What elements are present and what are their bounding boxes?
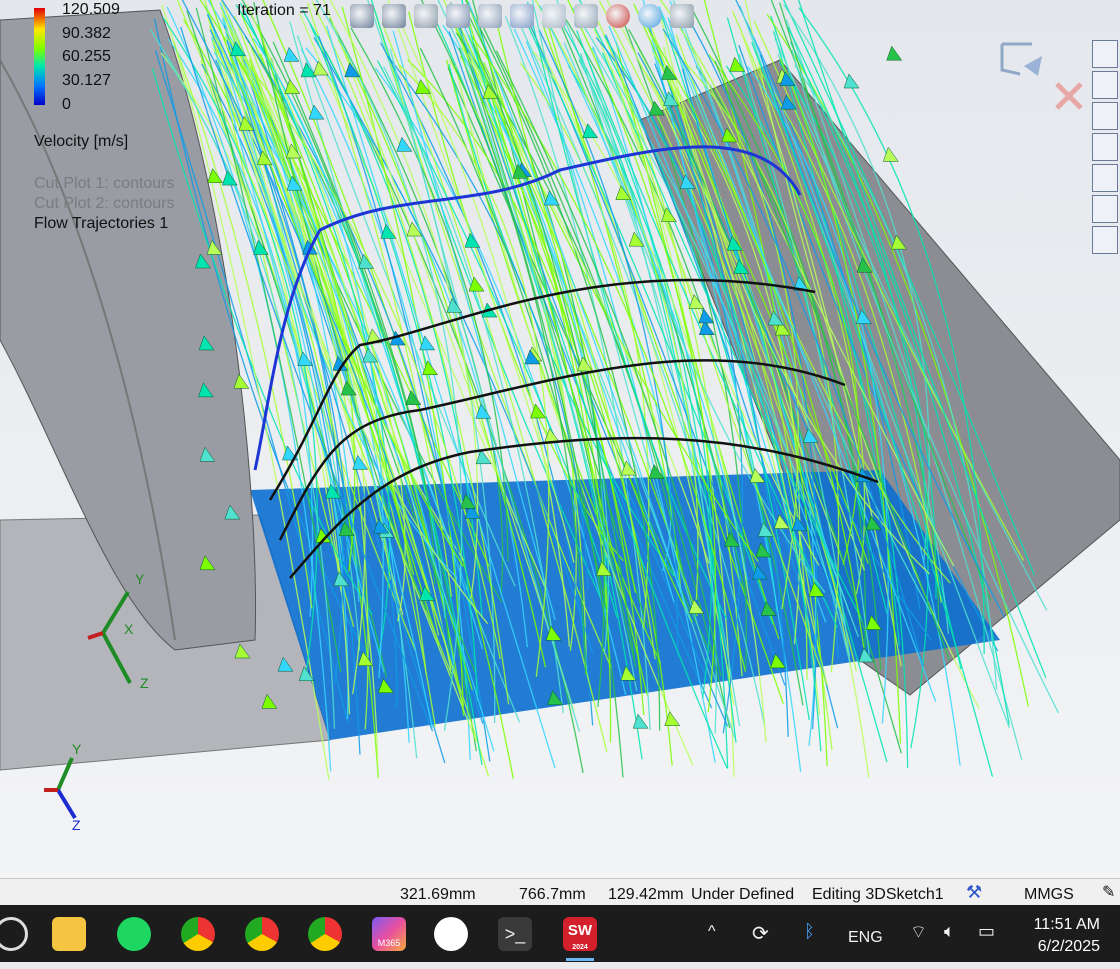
plot-item-flow-trajectories[interactable]: Flow Trajectories 1 <box>34 214 175 234</box>
status-bar: 321.69mm 766.7mm 129.42mm Under Defined … <box>0 878 1120 906</box>
legend-tick-min: 0 <box>62 96 71 113</box>
home-icon[interactable] <box>1092 40 1118 68</box>
heads-up-view-toolbar <box>350 4 694 30</box>
velocity-arrow <box>308 104 325 120</box>
graphics-area[interactable]: Y Z X Y Z 120.509 90.382 60.255 30.127 0… <box>0 0 1120 878</box>
flow-simulation-scene: Y Z X Y Z <box>0 0 1120 833</box>
system-clock[interactable]: 11:51 AM 6/2/2025 <box>1034 914 1100 958</box>
active-app-indicator <box>566 958 594 961</box>
legend-color-bar <box>34 8 45 105</box>
spotify-icon[interactable] <box>117 917 151 951</box>
show-hidden-icons-icon[interactable]: ^ <box>708 923 716 941</box>
velocity-arrow <box>207 168 224 183</box>
velocity-arrow <box>886 45 903 61</box>
slack-icon[interactable] <box>434 917 468 951</box>
chrome-profile-j3-icon[interactable] <box>308 917 342 951</box>
status-sketch-state: Under Defined <box>691 886 795 903</box>
plot-list: Cut Plot 1: contours Cut Plot 2: contour… <box>34 174 175 234</box>
windows-taskbar: M365 >_ SW 2024 ^ ⟳ ᛒ ENG ⌔ 🔈︎ ▭ 11:51 AM… <box>0 905 1120 962</box>
legend-tick-4: 30.127 <box>62 72 111 89</box>
dynamic-annotation-icon[interactable] <box>478 4 502 28</box>
rebuild-icon[interactable]: ⚒ <box>966 882 982 903</box>
custom-properties-icon[interactable] <box>1092 195 1118 223</box>
solidworks-2024-icon[interactable]: SW 2024 <box>563 917 597 951</box>
svg-text:Z: Z <box>72 817 81 833</box>
legend-tick-max: 120.509 <box>62 1 120 18</box>
view-settings-icon[interactable] <box>670 4 694 28</box>
file-explorer-icon[interactable] <box>1092 102 1118 130</box>
svg-text:X: X <box>124 621 134 637</box>
language-indicator[interactable]: ENG <box>848 929 883 947</box>
edit-appearance-icon[interactable] <box>606 4 630 28</box>
previous-view-icon[interactable] <box>414 4 438 28</box>
m365-label: M365 <box>377 938 401 948</box>
sync-icon[interactable]: ⟳ <box>752 921 769 946</box>
section-view-icon[interactable] <box>446 4 470 28</box>
clock-time: 11:51 AM <box>1033 916 1100 933</box>
zoom-area-icon[interactable] <box>382 4 406 28</box>
plot-item-cut-plot-2[interactable]: Cut Plot 2: contours <box>34 194 175 214</box>
task-pane-tabs <box>1092 40 1120 257</box>
3d-parts-icon[interactable] <box>1092 71 1118 99</box>
chrome-profile-j-icon[interactable] <box>181 917 215 951</box>
status-y: 766.7mm <box>519 886 586 903</box>
volume-icon[interactable]: 🔈︎ <box>944 921 955 942</box>
chrome-profile-j2-icon[interactable] <box>245 917 279 951</box>
start-icon[interactable] <box>0 917 28 951</box>
apply-scene-icon[interactable] <box>638 4 662 28</box>
velocity-arrow <box>543 190 560 206</box>
legend-tick-3: 60.255 <box>62 48 111 65</box>
velocity-arrow <box>582 123 599 139</box>
customize-status-icon[interactable]: ✎ <box>1102 882 1115 902</box>
status-editing: Editing 3DSketch1 <box>812 886 944 903</box>
display-style-icon[interactable] <box>542 4 566 28</box>
velocity-arrow <box>882 146 899 162</box>
terminal-icon[interactable]: >_ <box>498 917 532 951</box>
status-units[interactable]: MMGS <box>1024 886 1074 904</box>
svg-text:Y: Y <box>72 741 82 757</box>
confirmation-corner <box>1000 42 1083 110</box>
wifi-icon[interactable]: ⌔ <box>910 921 927 944</box>
iteration-counter: Iteration = 71 <box>237 2 331 19</box>
appearances-icon[interactable] <box>1092 164 1118 192</box>
status-x: 321.69mm <box>400 886 476 903</box>
view-palette-icon[interactable] <box>1092 133 1118 161</box>
plot-item-cut-plot-1[interactable]: Cut Plot 1: contours <box>34 174 175 194</box>
view-orientation-icon[interactable] <box>510 4 534 28</box>
bluetooth-icon[interactable]: ᛒ <box>804 921 815 942</box>
status-z: 129.42mm <box>608 886 684 903</box>
velocity-arrow <box>843 73 860 89</box>
svg-text:Z: Z <box>140 675 149 691</box>
velocity-legend: 120.509 90.382 60.255 30.127 0 <box>34 2 194 113</box>
zoom-to-fit-icon[interactable] <box>350 4 374 28</box>
file-explorer-icon[interactable] <box>52 917 86 951</box>
legend-title: Velocity [m/s] <box>34 133 129 150</box>
clock-date: 6/2/2025 <box>1037 938 1100 955</box>
solidworks-forum-icon[interactable] <box>1092 226 1118 254</box>
sw-year: 2024 <box>572 944 588 951</box>
microsoft-365-icon[interactable]: M365 <box>372 917 406 951</box>
hide-show-icon[interactable] <box>574 4 598 28</box>
sw-badge: SW <box>567 922 593 939</box>
svg-text:Y: Y <box>135 571 145 587</box>
legend-tick-2: 90.382 <box>62 25 111 42</box>
battery-icon[interactable]: ▭ <box>978 921 995 942</box>
velocity-arrow <box>419 335 436 351</box>
